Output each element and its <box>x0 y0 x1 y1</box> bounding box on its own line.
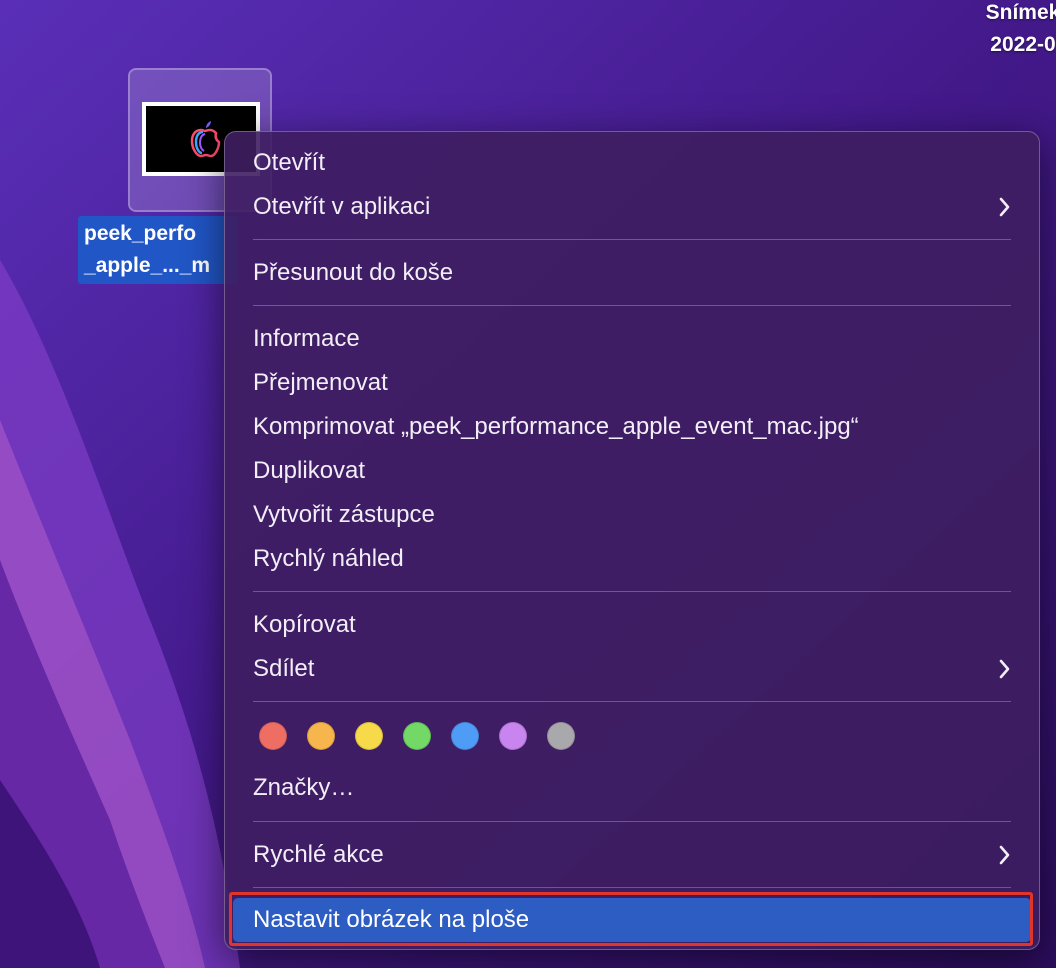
file-name-line2: _apple_..._m <box>84 254 211 277</box>
chevron-right-icon <box>997 833 1013 877</box>
tag-purple[interactable] <box>499 722 527 750</box>
menu-item-compress[interactable]: Komprimovat „peek_performance_apple_even… <box>233 405 1031 449</box>
chevron-right-icon <box>997 647 1013 691</box>
menu-item-open-with[interactable]: Otevřít v aplikaci <box>233 185 1031 229</box>
menu-item-label: Vytvořit zástupce <box>253 501 435 528</box>
menu-item-move-to-trash[interactable]: Přesunout do koše <box>233 251 1031 295</box>
menu-item-label: Sdílet <box>253 655 315 682</box>
menu-item-label: Rychlé akce <box>253 841 384 868</box>
menu-item-label: Otevřít v aplikaci <box>253 193 431 220</box>
menu-separator <box>253 887 1011 888</box>
tag-orange[interactable] <box>307 722 335 750</box>
menu-item-make-alias[interactable]: Vytvořit zástupce <box>233 493 1031 537</box>
menu-item-duplicate[interactable]: Duplikovat <box>233 449 1031 493</box>
tag-yellow[interactable] <box>355 722 383 750</box>
menu-separator <box>253 239 1011 240</box>
menu-item-label: Duplikovat <box>253 457 366 484</box>
menu-item-label: Otevřít <box>253 149 326 176</box>
chevron-right-icon <box>997 185 1013 229</box>
menu-item-copy[interactable]: Kopírovat <box>233 603 1031 647</box>
menu-item-label: Informace <box>253 325 360 352</box>
menu-item-tags[interactable]: Značky… <box>233 766 1031 810</box>
context-menu: Otevřít Otevřít v aplikaci Přesunout do … <box>224 131 1040 950</box>
menu-separator <box>253 821 1011 822</box>
file-name-line1: peek_perfo <box>84 222 197 245</box>
tag-gray[interactable] <box>547 722 575 750</box>
menu-item-rename[interactable]: Přejmenovat <box>233 361 1031 405</box>
desktop-file-label[interactable]: Snímek 2022-0 <box>978 0 1056 61</box>
selected-file-name[interactable]: peek_perfo _apple_..._m <box>78 216 238 284</box>
annotation-highlight-frame <box>229 892 1033 946</box>
menu-separator <box>253 305 1011 306</box>
tag-red[interactable] <box>259 722 287 750</box>
menu-item-quick-look[interactable]: Rychlý náhled <box>233 537 1031 581</box>
menu-item-label: Komprimovat „peek_performance_apple_even… <box>253 413 859 440</box>
menu-item-open[interactable]: Otevřít <box>233 141 1031 185</box>
desktop-file-label-line1: Snímek <box>985 1 1056 24</box>
menu-item-label: Přejmenovat <box>253 369 388 396</box>
menu-item-label: Přesunout do koše <box>253 259 454 286</box>
menu-item-label: Rychlý náhled <box>253 545 404 572</box>
menu-separator <box>253 591 1011 592</box>
menu-item-share[interactable]: Sdílet <box>233 647 1031 691</box>
tag-blue[interactable] <box>451 722 479 750</box>
menu-item-label: Kopírovat <box>253 611 356 638</box>
menu-item-label: Značky… <box>253 774 355 801</box>
desktop-file-label-line2: 2022-0 <box>990 33 1056 56</box>
tag-green[interactable] <box>403 722 431 750</box>
menu-item-get-info[interactable]: Informace <box>233 317 1031 361</box>
menu-separator <box>253 701 1011 702</box>
menu-item-quick-actions[interactable]: Rychlé akce <box>233 833 1031 877</box>
